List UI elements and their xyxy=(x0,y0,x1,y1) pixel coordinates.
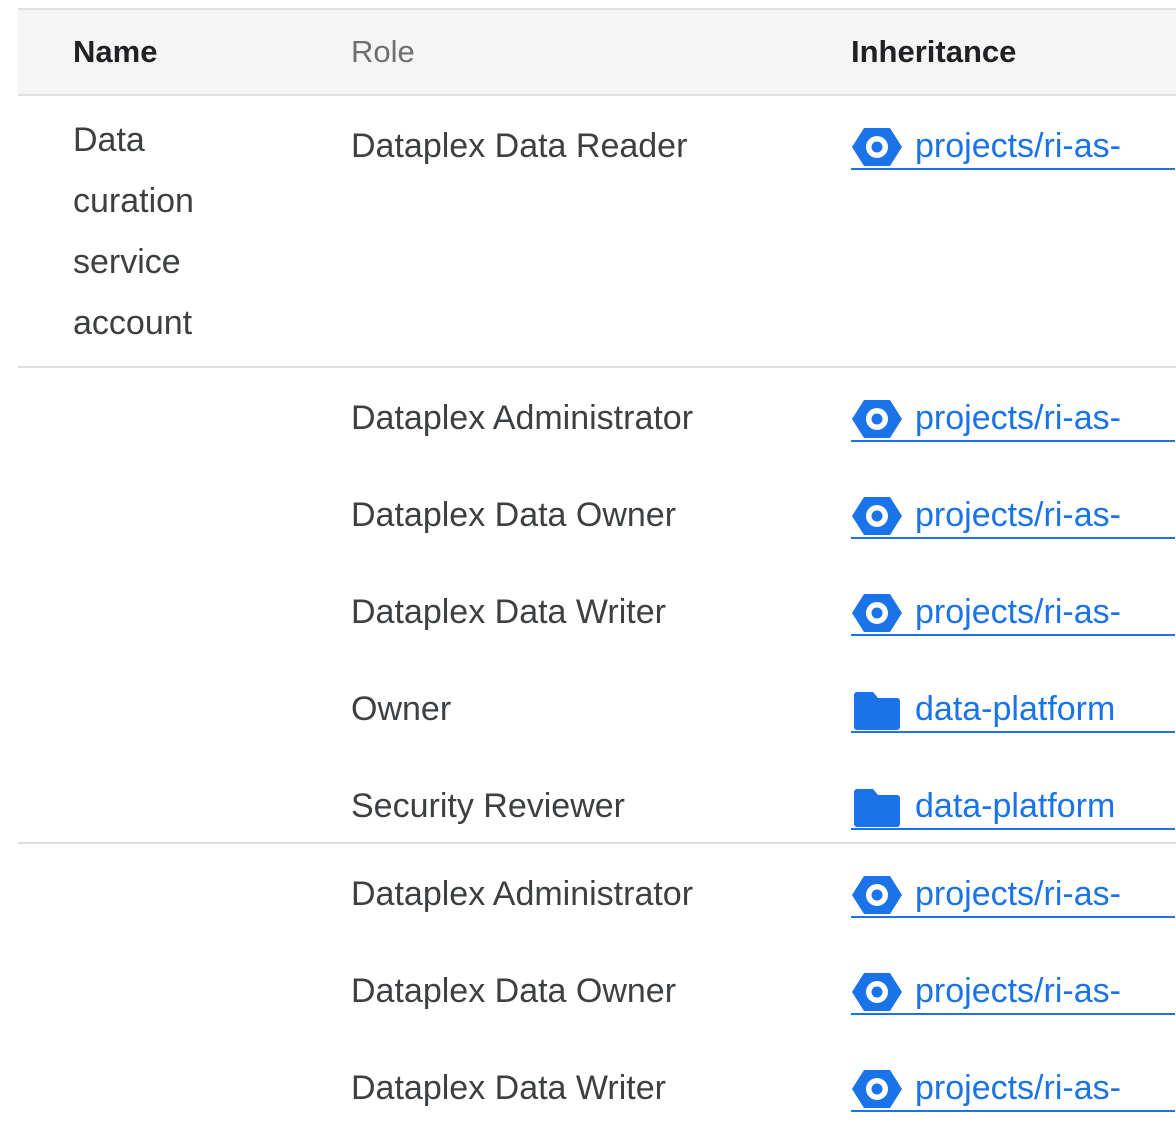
folder-icon xyxy=(851,689,903,731)
inheritance-link[interactable]: projects/ri-as- xyxy=(851,116,1175,170)
principal-group: Dataplex Administrator projects/ri-as- Da… xyxy=(18,844,1176,1112)
inheritance-link[interactable]: projects/ri-as- xyxy=(851,582,1175,636)
inheritance-link[interactable]: projects/ri-as- xyxy=(851,961,1175,1015)
table-row: Dataplex Data Writer projects/ri-as- xyxy=(18,1038,1176,1135)
project-hexagon-icon xyxy=(851,971,903,1013)
table-row: Dataplex Data Reader projects/ri-as- xyxy=(18,96,1176,193)
table-header: Name Role Inheritance xyxy=(18,10,1176,96)
column-header-name[interactable]: Name xyxy=(73,34,157,70)
inheritance-link-label: data-platform xyxy=(915,787,1116,825)
project-hexagon-icon xyxy=(851,495,903,537)
project-hexagon-icon xyxy=(851,126,903,168)
permissions-table: Name Role Inheritance Data curation serv… xyxy=(0,0,1176,1112)
role-cell: Dataplex Data Reader xyxy=(351,127,688,165)
inheritance-link-label: projects/ri-as- xyxy=(915,399,1121,437)
inheritance-link[interactable]: data-platform xyxy=(851,776,1175,830)
inheritance-link-label: projects/ri-as- xyxy=(915,875,1121,913)
project-hexagon-icon xyxy=(851,874,903,916)
role-cell: Dataplex Data Owner xyxy=(351,496,677,534)
role-cell: Dataplex Administrator xyxy=(351,399,694,437)
principal-group: Dataplex Administrator projects/ri-as- Da… xyxy=(18,368,1176,844)
folder-icon xyxy=(851,786,903,828)
column-header-role[interactable]: Role xyxy=(351,34,415,70)
role-cell: Dataplex Data Writer xyxy=(351,1069,666,1107)
role-cell: Dataplex Administrator xyxy=(351,875,694,913)
inheritance-link-label: projects/ri-as- xyxy=(915,593,1121,631)
inheritance-link[interactable]: projects/ri-as- xyxy=(851,864,1175,918)
role-cell: Owner xyxy=(351,690,452,728)
table-row: Security Reviewer data-platform xyxy=(18,756,1176,853)
table-row: Dataplex Data Owner projects/ri-as- xyxy=(18,465,1176,562)
inheritance-link-label: projects/ri-as- xyxy=(915,127,1121,165)
role-cell: Security Reviewer xyxy=(351,787,625,825)
table-row: Dataplex Administrator projects/ri-as- xyxy=(18,368,1176,465)
principal-group: Data curation service account Dataplex D… xyxy=(18,96,1176,368)
inheritance-link-label: projects/ri-as- xyxy=(915,496,1121,534)
inheritance-link[interactable]: data-platform xyxy=(851,679,1175,733)
table-row: Dataplex Administrator projects/ri-as- xyxy=(18,844,1176,941)
project-hexagon-icon xyxy=(851,398,903,440)
table-row: Dataplex Data Owner projects/ri-as- xyxy=(18,941,1176,1038)
inheritance-link-label: projects/ri-as- xyxy=(915,1069,1121,1107)
inheritance-link-label: projects/ri-as- xyxy=(915,972,1121,1010)
role-cell: Dataplex Data Writer xyxy=(351,593,666,631)
role-cell: Dataplex Data Owner xyxy=(351,972,677,1010)
project-hexagon-icon xyxy=(851,592,903,634)
table-row: Owner data-platform xyxy=(18,659,1176,756)
table-row: Dataplex Data Writer projects/ri-as- xyxy=(18,562,1176,659)
column-header-inheritance[interactable]: Inheritance xyxy=(851,34,1016,70)
inheritance-link[interactable]: projects/ri-as- xyxy=(851,485,1175,539)
inheritance-link[interactable]: projects/ri-as- xyxy=(851,388,1175,442)
inheritance-link-label: data-platform xyxy=(915,690,1116,728)
